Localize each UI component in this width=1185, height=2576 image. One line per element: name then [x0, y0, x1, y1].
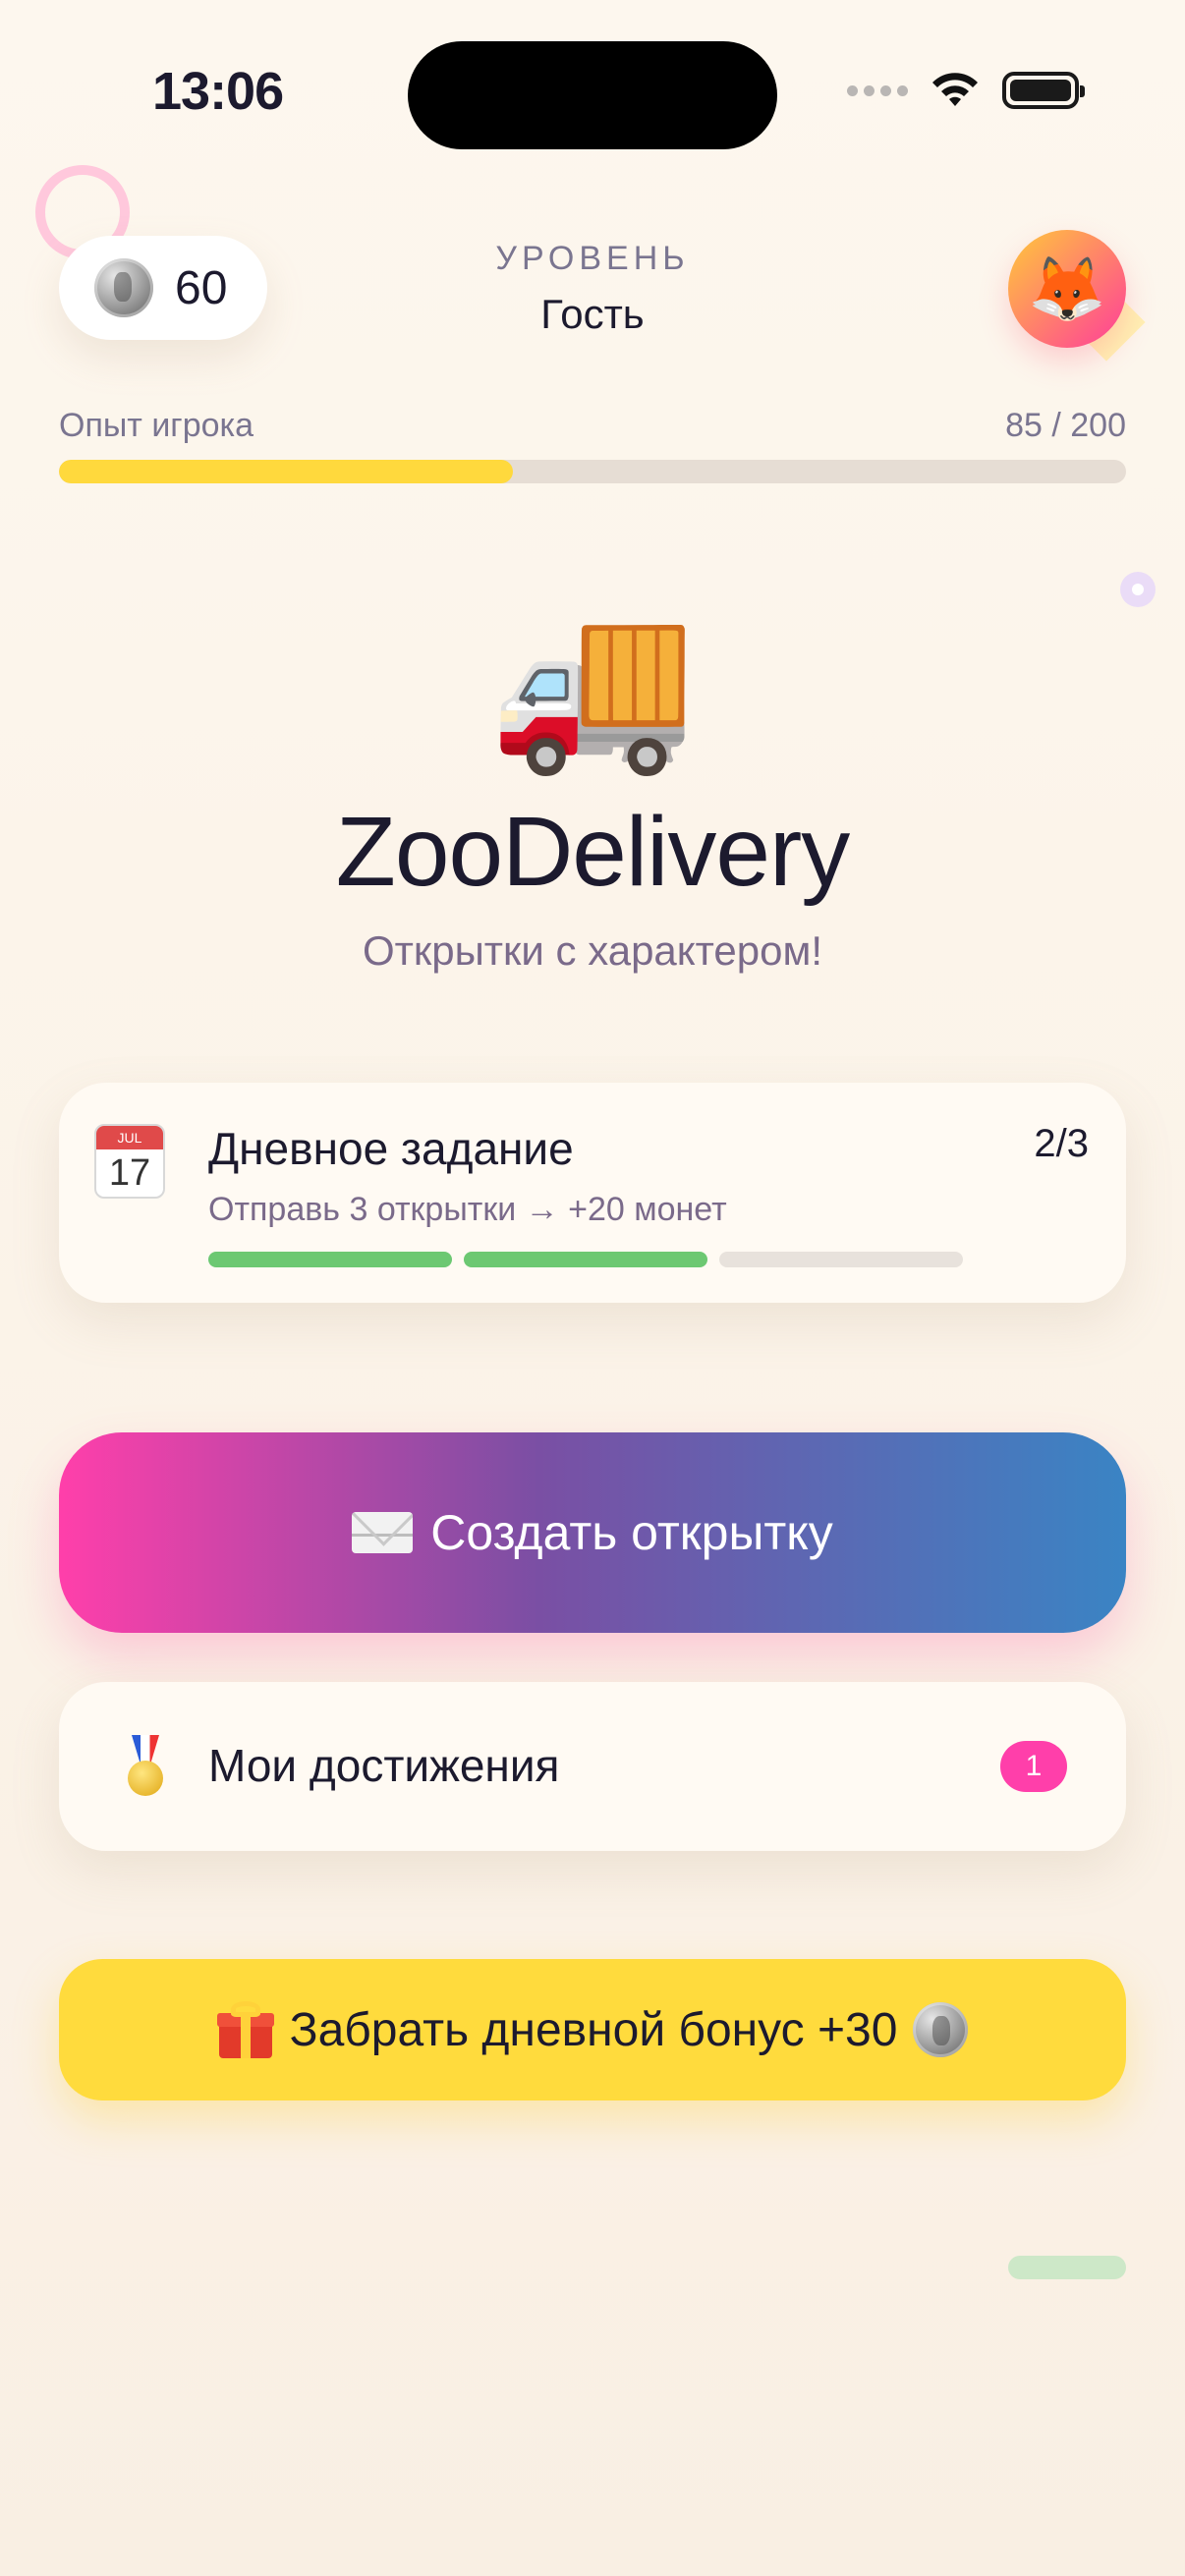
avatar[interactable]: 🦊 [1008, 230, 1126, 348]
daily-task-progress [208, 1252, 963, 1267]
status-time: 13:06 [152, 62, 284, 121]
level-label: УРОВЕНЬ [495, 240, 690, 277]
decorative-pill [1008, 2256, 1126, 2279]
xp-progress-bar [59, 460, 1126, 483]
daily-task-description: Отправь 3 открытки → +20 монет [208, 1191, 727, 1228]
gift-icon [216, 2001, 274, 2058]
daily-task-progress-segment [719, 1252, 963, 1267]
daily-bonus-label: Забрать дневной бонус +30 [289, 2003, 898, 2056]
xp-progress-fill [59, 460, 513, 483]
achievements-button[interactable]: Мои достижения 1 [59, 1682, 1126, 1851]
xp-value: 85 / 200 [1005, 407, 1126, 444]
daily-task-card[interactable]: JUL 17 Дневное задание 2/3 Отправь 3 отк… [59, 1083, 1126, 1303]
daily-bonus-button[interactable]: Забрать дневной бонус +30 [59, 1959, 1126, 2100]
wifi-icon [932, 73, 978, 106]
calendar-icon: JUL 17 [94, 1124, 165, 1199]
coin-icon [913, 2002, 969, 2057]
daily-task-count: 2/3 [1034, 1122, 1089, 1165]
daily-task-title: Дневное задание [208, 1123, 574, 1174]
app-subtitle: Открытки с характером! [362, 927, 823, 974]
daily-task-progress-segment [464, 1252, 707, 1267]
calendar-month: JUL [96, 1126, 163, 1149]
calendar-day: 17 [108, 1152, 151, 1194]
create-postcard-label: Создать открытку [430, 1505, 833, 1560]
envelope-icon [352, 1512, 414, 1553]
level-value: Гость [540, 291, 645, 337]
battery-icon [1002, 72, 1085, 109]
app-title: ZooDelivery [335, 797, 851, 907]
truck-icon: 🚚 [488, 591, 697, 778]
achievements-badge: 1 [1000, 1741, 1067, 1792]
dynamic-island [408, 41, 777, 149]
achievements-label: Мои достижения [208, 1740, 560, 1791]
create-postcard-button[interactable]: Создать открытку [59, 1432, 1126, 1633]
medal-icon [124, 1735, 167, 1798]
xp-label: Опыт игрока [59, 407, 254, 444]
daily-task-progress-segment [208, 1252, 452, 1267]
cellular-signal-icon [847, 84, 908, 96]
status-indicators [847, 71, 1085, 110]
